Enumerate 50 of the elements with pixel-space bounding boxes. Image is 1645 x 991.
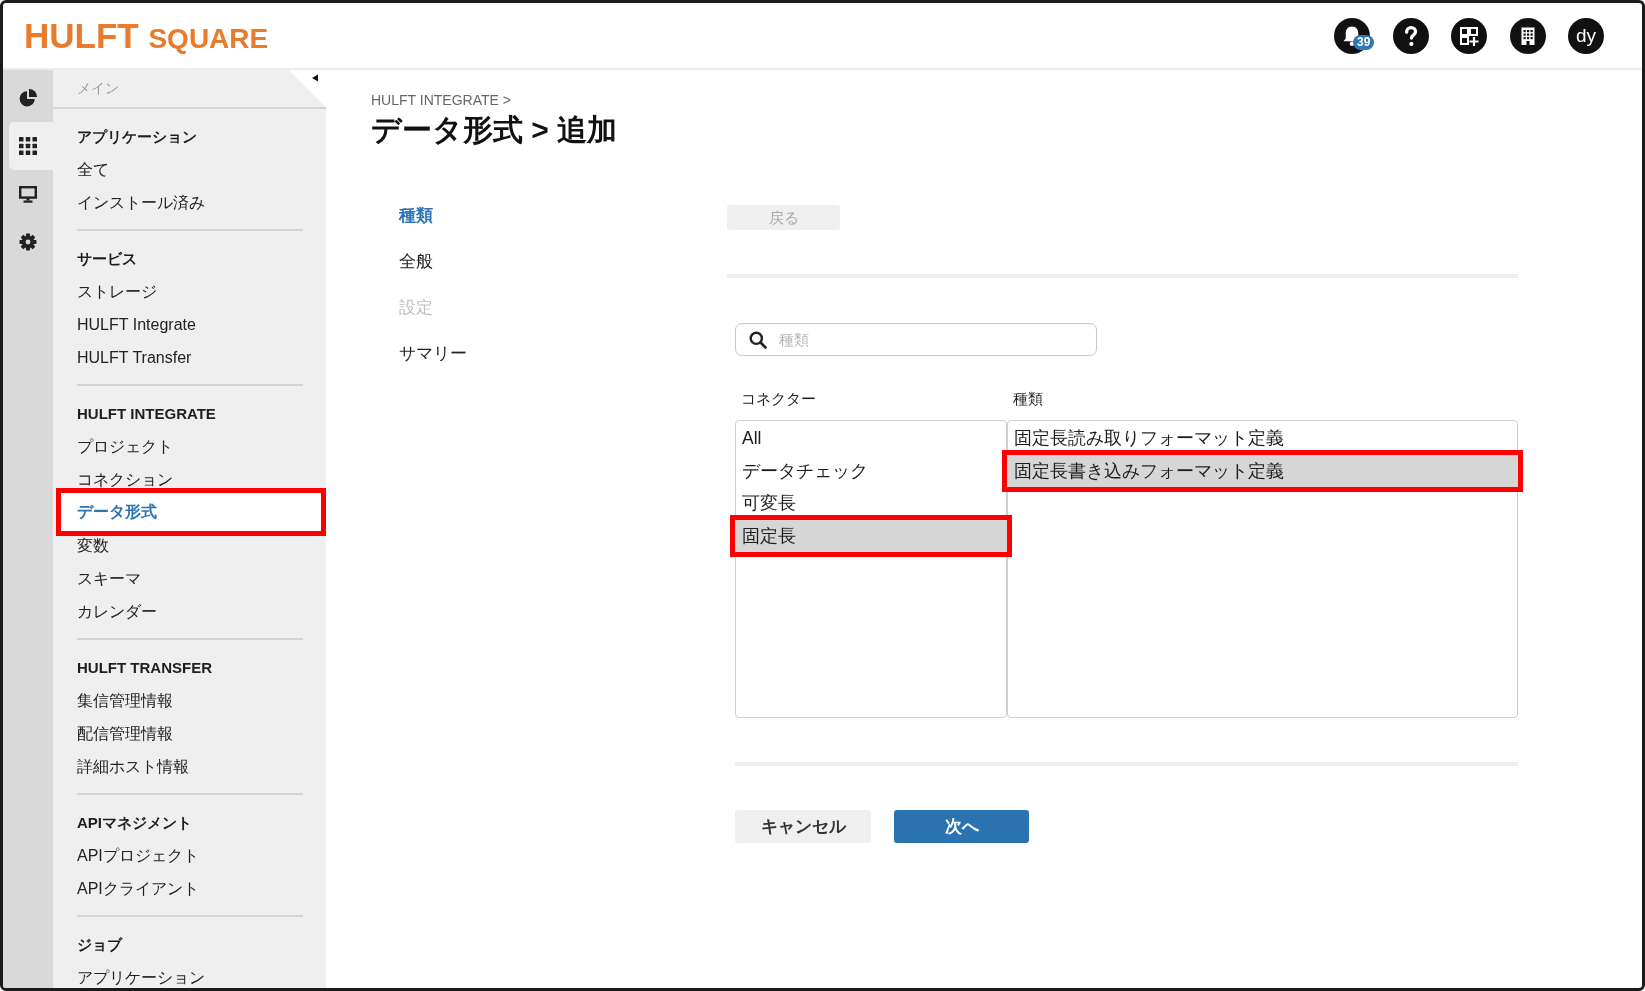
sidebar-item[interactable]: 集信管理情報 [77, 690, 173, 710]
list-item[interactable]: 可変長 [742, 492, 796, 515]
breadcrumb-link[interactable]: HULFT INTEGRATE > [371, 91, 511, 109]
page-title: データ形式 > 追加 [371, 112, 618, 148]
user-avatar[interactable]: dy [1568, 17, 1604, 54]
sidebar-item[interactable]: インストール済み [77, 192, 205, 212]
sidebar-item[interactable]: カレンダー [77, 601, 157, 621]
sidebar-section-title: アプリケーション [77, 126, 197, 146]
gear-icon [19, 233, 37, 251]
column-label: コネクター [741, 390, 816, 407]
list-item[interactable]: データチェック [742, 459, 868, 482]
column-label: 種類 [1013, 390, 1043, 407]
dot-grid-icon [19, 137, 37, 155]
help-icon[interactable] [1392, 17, 1429, 54]
sidebar-item[interactable]: APIプロジェクト [77, 845, 199, 865]
list-item[interactable]: 固定長 [730, 514, 1012, 557]
search-field[interactable]: 種類 [735, 323, 1097, 356]
sidebar-section-title: APIマネジメント [77, 812, 192, 832]
sidebar-item[interactable]: データ形式 [56, 488, 326, 536]
sidebar-section-title: サービス [77, 248, 137, 268]
step-tab[interactable]: 全般 [399, 239, 433, 285]
sidebar-item[interactable]: 全て [77, 159, 109, 179]
sidebar-item[interactable]: ストレージ [77, 281, 157, 301]
sidebar-item[interactable]: HULFT Integrate [77, 314, 196, 334]
sidebar-section-title: HULFT INTEGRATE [77, 403, 216, 423]
step-tab[interactable]: 種類 [399, 193, 433, 239]
grid-plus-icon[interactable] [1451, 17, 1487, 54]
sidebar-item[interactable]: アプリケーション [77, 967, 205, 987]
list-item[interactable]: 固定長読み取りフォーマット定義 [1014, 427, 1284, 450]
sidebar-section-title: HULFT TRANSFER [77, 657, 212, 677]
sidebar-item[interactable]: プロジェクト [77, 436, 173, 456]
sidebar-item[interactable]: 変数 [77, 535, 109, 555]
nav-rail-button[interactable] [9, 122, 53, 170]
list-item[interactable]: 固定長書き込みフォーマット定義 [1002, 449, 1523, 492]
next-button[interactable]: 次へ [894, 810, 1029, 843]
building-icon[interactable] [1509, 17, 1546, 54]
monitor-icon [19, 185, 37, 203]
sidebar-item[interactable]: 詳細ホスト情報 [77, 756, 189, 776]
sidebar-section-title: ジョブ [77, 934, 122, 954]
sidebar-item[interactable]: 配信管理情報 [77, 723, 173, 743]
sidebar-item[interactable]: コネクション [77, 469, 173, 489]
sidebar-item[interactable]: HULFT Transfer [77, 347, 192, 367]
logo: HULFT SQUARE [24, 18, 269, 53]
sidebar-item[interactable]: APIクライアント [77, 878, 199, 898]
sidebar-item[interactable]: スキーマ [77, 568, 141, 588]
search-icon [749, 330, 767, 349]
step-tab[interactable]: サマリー [399, 331, 467, 377]
list-item[interactable]: All [742, 427, 762, 450]
pie-chart-icon [19, 89, 37, 107]
cancel-button[interactable]: キャンセル [735, 810, 871, 843]
